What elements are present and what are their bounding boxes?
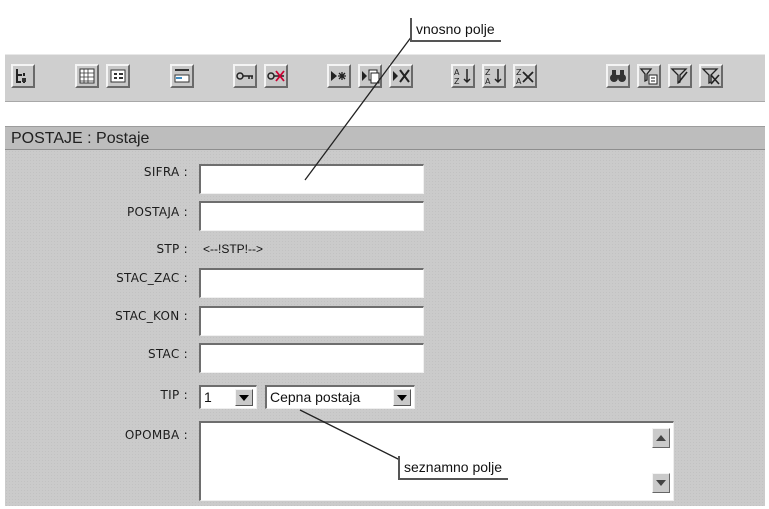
tip-label: TIP : <box>160 388 188 402</box>
svg-text:A: A <box>485 77 491 86</box>
svg-text:Z: Z <box>516 68 522 77</box>
stac-zac-label: STAC_ZAC : <box>116 271 188 285</box>
filter-remove-icon[interactable] <box>699 64 723 88</box>
search-binoculars-icon[interactable] <box>606 64 630 88</box>
chevron-down-icon[interactable] <box>393 389 411 406</box>
sort-descending-icon[interactable]: ZA <box>482 64 506 88</box>
toolbar: AZ ZA ZA <box>5 54 765 102</box>
insert-record-icon[interactable] <box>327 64 351 88</box>
svg-text:A: A <box>454 68 460 77</box>
delete-record-icon[interactable] <box>389 64 413 88</box>
clear-sort-icon[interactable]: ZA <box>513 64 537 88</box>
stac-field[interactable] <box>199 343 424 373</box>
svg-text:A: A <box>516 77 522 86</box>
form-title: POSTAJE : Postaje <box>5 126 765 150</box>
key-remove-icon[interactable] <box>264 64 288 88</box>
form-view-icon[interactable] <box>106 64 130 88</box>
stac-zac-field[interactable] <box>199 268 424 298</box>
sort-ascending-icon[interactable]: AZ <box>451 64 475 88</box>
filter-form-icon[interactable] <box>637 64 661 88</box>
sifra-field[interactable] <box>199 164 424 194</box>
tip-code-value: 1 <box>204 389 212 405</box>
opomba-label: OPOMBA : <box>124 428 188 442</box>
scroll-up-icon[interactable] <box>652 428 670 448</box>
tip-list-select[interactable]: Cepna postaja <box>265 385 415 409</box>
postaja-field[interactable] <box>199 201 424 231</box>
field-edit-icon[interactable] <box>170 64 194 88</box>
copy-record-icon[interactable] <box>358 64 382 88</box>
stac-label: STAC : <box>147 347 188 361</box>
svg-text:Z: Z <box>454 77 460 86</box>
chevron-down-icon[interactable] <box>235 389 253 406</box>
key-icon[interactable] <box>233 64 257 88</box>
svg-text:Z: Z <box>485 68 491 77</box>
stp-label: STP : <box>156 242 188 256</box>
stp-value: <--!STP!--> <box>203 242 264 256</box>
tip-list-value: Cepna postaja <box>270 389 361 405</box>
tip-code-select[interactable]: 1 <box>199 385 257 409</box>
grid-view-icon[interactable] <box>75 64 99 88</box>
stac-kon-label: STAC_KON : <box>115 309 188 323</box>
scroll-down-icon[interactable] <box>652 473 670 493</box>
stac-kon-field[interactable] <box>199 306 424 336</box>
callout-list-field: seznamno polje <box>398 456 509 480</box>
callout-input-field: vnosno polje <box>410 18 501 42</box>
filter-apply-icon[interactable] <box>668 64 692 88</box>
hierarchy-icon[interactable] <box>11 64 35 88</box>
postaja-label: POSTAJA : <box>126 205 188 219</box>
sifra-label: SIFRA : <box>143 165 188 179</box>
